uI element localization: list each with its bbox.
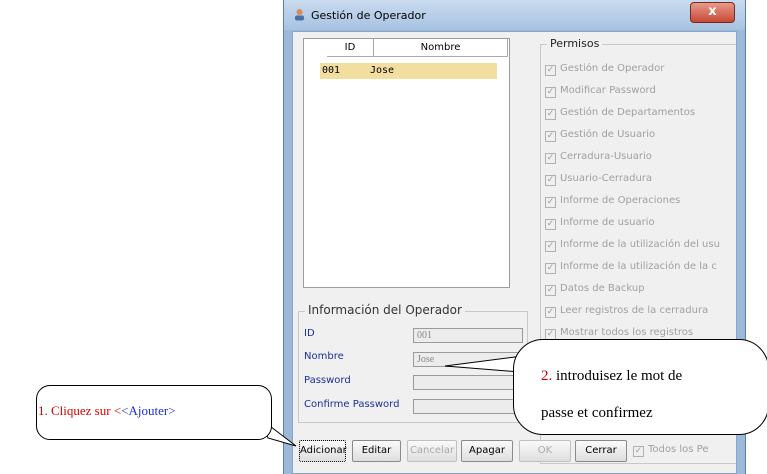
callout-step-2-line-1: 2. introduisez le mot de <box>541 368 683 384</box>
callout-step-2-line-2: passe et confirmez <box>541 405 653 421</box>
callout-step-1-text: 1. Cliquez sur <<Ajouter> <box>38 403 176 418</box>
